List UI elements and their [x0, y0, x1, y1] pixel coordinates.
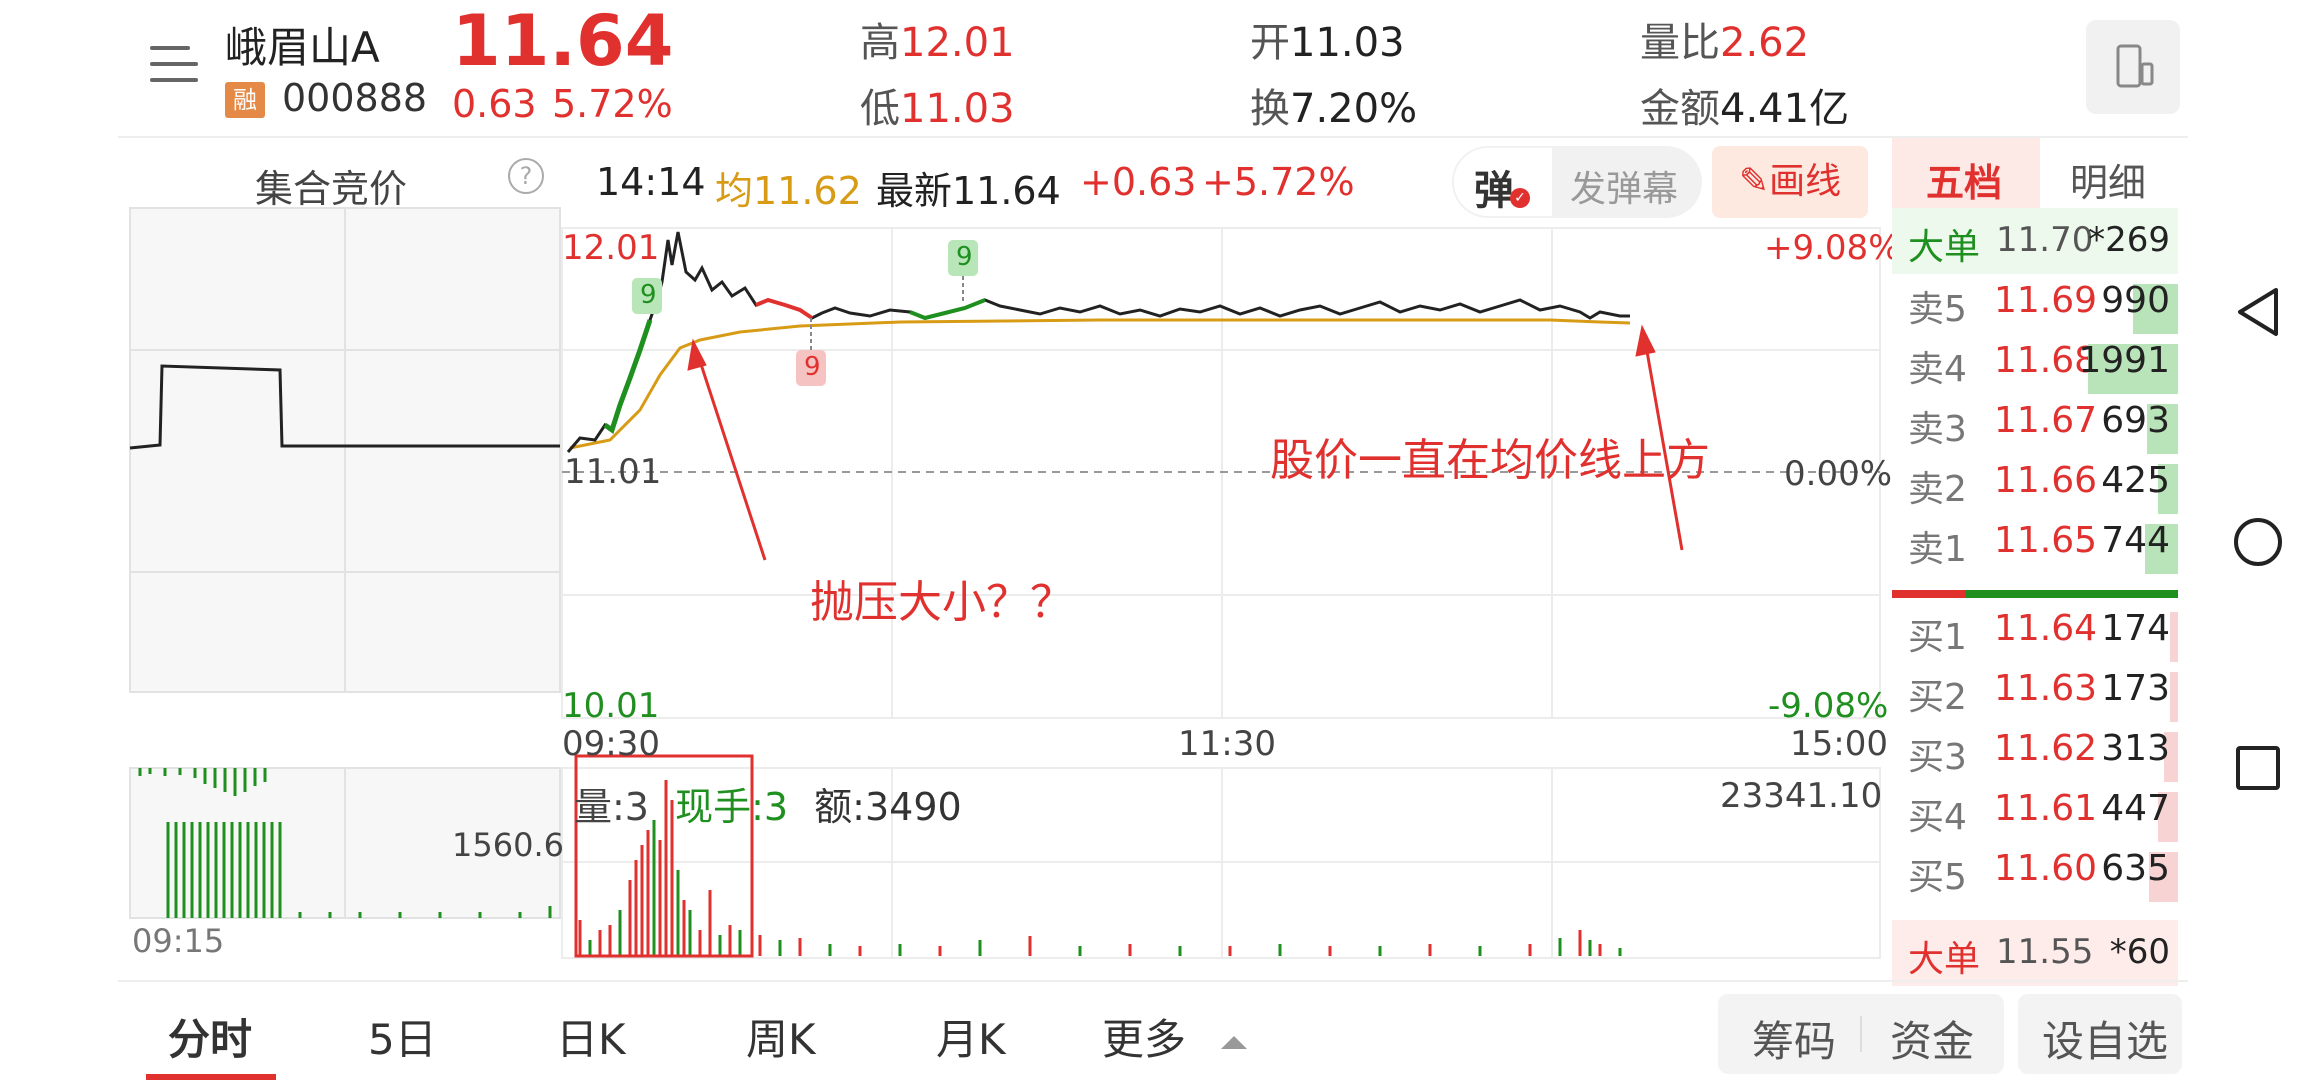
level-volume: 173 [2101, 668, 2170, 709]
level-price: 11.60 [1994, 848, 2098, 889]
chips-funds-group: 筹码 资金 [1718, 994, 2004, 1074]
tab-more-label: 更多 [1102, 1015, 1187, 1064]
system-nav-bar [2234, 288, 2282, 790]
pct-low-label: -9.08% [1768, 686, 1889, 726]
bottom-divider [118, 980, 2188, 982]
volume-max-label: 23341.10 [1720, 776, 1883, 816]
price-line-green-seg-2 [909, 298, 986, 321]
level-label: 卖2 [1908, 469, 1967, 510]
pct-mid-label: 0.00% [1784, 454, 1893, 494]
ask-level-row[interactable]: 卖5 11.69 990 [1908, 280, 2178, 338]
price-line-green-seg [603, 319, 653, 435]
recents-icon[interactable] [2236, 746, 2280, 790]
home-icon[interactable] [2234, 518, 2282, 566]
hand-label: 现手:3 [675, 785, 789, 829]
tab-five-day[interactable]: 5日 [368, 1006, 437, 1067]
tab-five-label: 五档 [1926, 161, 2003, 205]
price-low-label: 10.01 [562, 686, 660, 726]
level-volume: 744 [2101, 520, 2170, 561]
marker-9-red-label: 9 [804, 352, 821, 382]
back-icon[interactable] [2238, 288, 2278, 336]
level-volume: 447 [2101, 788, 2170, 829]
tab-intraday-underline [146, 1074, 276, 1080]
level-price: 11.66 [1994, 460, 2098, 501]
tab-more[interactable]: 更多 [1102, 1006, 1248, 1067]
ask-level-row[interactable]: 卖1 11.65 744 [1908, 520, 2178, 578]
level-volume: 693 [2101, 400, 2170, 441]
time-mid-label: 11:30 [1178, 724, 1276, 764]
tab-intraday[interactable]: 分时 [168, 1006, 252, 1067]
funds-button[interactable]: 资金 [1890, 1008, 1974, 1069]
time-end-label: 15:00 [1790, 724, 1888, 764]
volume-readout: 量:3 现手:3 额:3490 [574, 776, 962, 831]
annotation-arrow-1 [687, 338, 767, 561]
caret-up-icon [1221, 1036, 1248, 1049]
big-bottom-label: 大单 [1908, 939, 1981, 980]
level-label: 卖5 [1908, 289, 1967, 330]
level-price: 11.63 [1994, 668, 2098, 709]
level-label: 买3 [1908, 737, 1967, 778]
ask-level-row[interactable]: 卖3 11.67 693 [1908, 400, 2178, 458]
add-watchlist-label: 设自选 [2042, 1017, 2169, 1066]
level-volume: 313 [2101, 728, 2170, 769]
tab-day-k[interactable]: 日K [556, 1006, 626, 1067]
marker-9-green-2-label: 9 [956, 242, 973, 272]
level-price: 11.64 [1994, 608, 2098, 649]
level-label: 买4 [1908, 797, 1967, 838]
annotation-above-avg: 股价一直在均价线上方 [1270, 435, 1710, 486]
bid-level-row[interactable]: 买3 11.62 313 [1908, 728, 2178, 786]
bid-level-row[interactable]: 买5 11.60 635 [1908, 848, 2178, 906]
chips-button[interactable]: 筹码 [1752, 1008, 1836, 1069]
price-high-label: 12.01 [562, 228, 660, 268]
big-top-label: 大单 [1908, 227, 1981, 268]
bid-level-row[interactable]: 买2 11.63 173 [1908, 668, 2178, 726]
big-bottom-price: 11.55 [1996, 932, 2094, 972]
volume-depth-bar [2170, 672, 2178, 722]
level-volume: 990 [2101, 280, 2170, 321]
tab-detail-label: 明细 [2070, 161, 2147, 205]
ask-level-row[interactable]: 卖2 11.66 425 [1908, 460, 2178, 518]
level-price: 11.62 [1994, 728, 2098, 769]
level-label: 买2 [1908, 677, 1967, 718]
bid-level-row[interactable]: 买4 11.61 447 [1908, 788, 2178, 846]
price-line [566, 231, 1630, 453]
level-price: 11.69 [1994, 280, 2098, 321]
level-label: 卖3 [1908, 409, 1967, 450]
tab-month-k[interactable]: 月K [936, 1006, 1006, 1067]
big-order-bottom: 大单 11.55 *60 [1892, 920, 2178, 986]
level-label: 买5 [1908, 857, 1967, 898]
price-line-red-seg [755, 297, 814, 320]
level-label: 卖1 [1908, 529, 1967, 570]
big-top-vol: *269 [2088, 220, 2170, 260]
big-top-price: 11.70 [1996, 220, 2094, 260]
time-start-label: 09:30 [562, 724, 660, 764]
level-price: 11.67 [1994, 400, 2098, 441]
ask-level-row[interactable]: 卖4 11.68 1991 [1908, 340, 2178, 398]
bid-level-row[interactable]: 买1 11.64 174 [1908, 608, 2178, 666]
pct-high-label: +9.08% [1764, 228, 1901, 268]
amount-label: 额:3490 [814, 785, 962, 829]
level-volume: 174 [2101, 608, 2170, 649]
marker-9-green-1-label: 9 [640, 280, 657, 310]
big-order-top: 大单 11.70 *269 [1892, 208, 2178, 274]
auction-time-label: 09:15 [132, 922, 225, 960]
add-watchlist-button[interactable]: 设自选 [2018, 994, 2182, 1074]
level-price: 11.61 [1994, 788, 2098, 829]
vol-label: 量:3 [574, 785, 649, 829]
tab-week-k[interactable]: 周K [746, 1006, 816, 1067]
level-price: 11.65 [1994, 520, 2098, 561]
bid-ask-ratio-bar [1892, 590, 2178, 598]
level-volume: 425 [2101, 460, 2170, 501]
level-label: 买1 [1908, 617, 1967, 658]
level-volume: 1991 [2078, 340, 2170, 381]
pill-divider [1860, 1016, 1862, 1052]
level-volume: 635 [2101, 848, 2170, 889]
annotation-pressure: 抛压大小？？ [810, 577, 1074, 628]
auction-volume-value: 1560.6 [452, 826, 564, 864]
level-label: 卖4 [1908, 349, 1967, 390]
big-bottom-vol: *60 [2109, 932, 2170, 972]
price-mid-label: 11.01 [564, 452, 662, 492]
volume-depth-bar [2170, 612, 2178, 662]
